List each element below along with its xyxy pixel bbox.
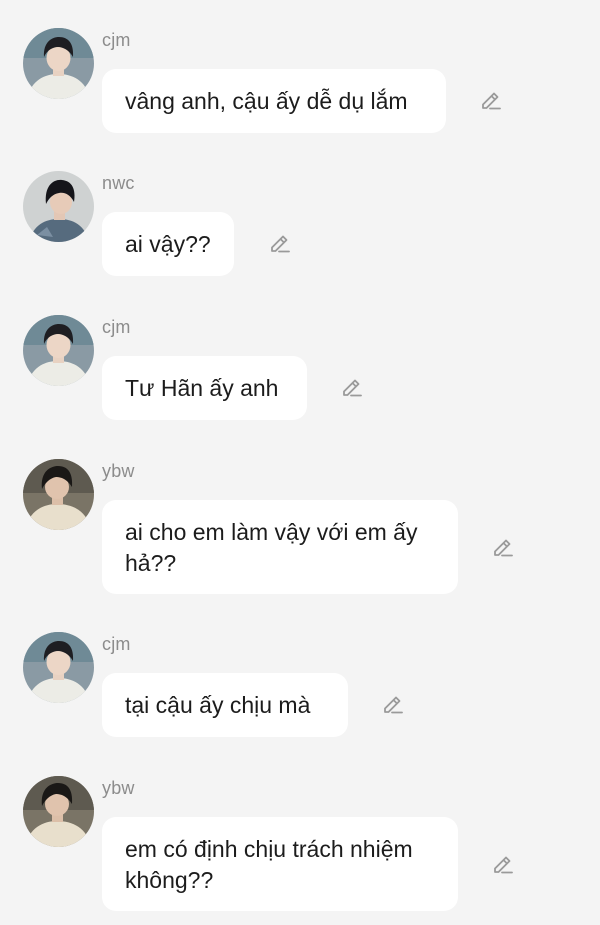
username: cjm — [102, 634, 131, 654]
message-bubble[interactable]: tại cậu ấy chịu mà — [102, 673, 348, 737]
pencil-edit-icon[interactable] — [381, 692, 405, 716]
avatar[interactable] — [23, 459, 94, 530]
ybw-avatar-icon — [23, 459, 94, 530]
username: nwc — [102, 173, 135, 193]
nwc-avatar-icon — [23, 171, 94, 242]
pencil-edit-icon[interactable] — [268, 231, 292, 255]
message-bubble[interactable]: Tư Hãn ấy anh — [102, 356, 307, 420]
pencil-edit-icon[interactable] — [491, 852, 515, 876]
chat-thread: cjm vâng anh, cậu ấy dễ dụ lắm nwc ai vậ… — [0, 0, 600, 925]
cjm-avatar-icon — [23, 28, 94, 99]
username: cjm — [102, 317, 131, 337]
username: ybw — [102, 778, 135, 798]
message-bubble[interactable]: ai cho em làm vậy với em ấy hả?? — [102, 500, 458, 594]
pencil-edit-icon[interactable] — [340, 375, 364, 399]
cjm-avatar-icon — [23, 632, 94, 703]
message-bubble[interactable]: ai vậy?? — [102, 212, 234, 276]
message-bubble[interactable]: em có định chịu trách nhiệm không?? — [102, 817, 458, 911]
message-bubble[interactable]: vâng anh, cậu ấy dễ dụ lắm — [102, 69, 446, 133]
username: ybw — [102, 461, 135, 481]
cjm-avatar-icon — [23, 315, 94, 386]
pencil-edit-icon[interactable] — [479, 88, 503, 112]
avatar[interactable] — [23, 632, 94, 703]
ybw-avatar-icon — [23, 776, 94, 847]
avatar[interactable] — [23, 776, 94, 847]
pencil-edit-icon[interactable] — [491, 535, 515, 559]
avatar[interactable] — [23, 171, 94, 242]
avatar[interactable] — [23, 28, 94, 99]
username: cjm — [102, 30, 131, 50]
avatar[interactable] — [23, 315, 94, 386]
